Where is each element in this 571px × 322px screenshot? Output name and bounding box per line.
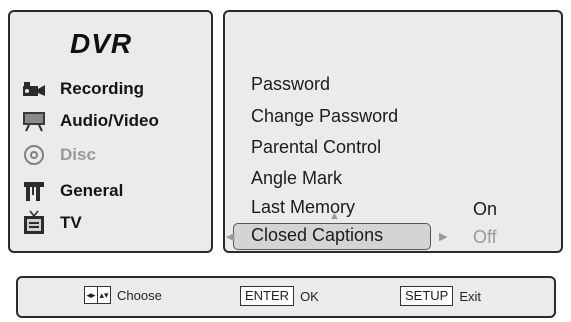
menu-item-password[interactable]: Password <box>251 74 330 95</box>
key-hint-bar: ◂▸ ▴▾ Choose ENTER OK SETUP Exit <box>16 276 556 318</box>
exit-hint: SETUP Exit <box>400 286 481 306</box>
choose-hint: ◂▸ ▴▾ Choose <box>84 286 162 304</box>
enter-key: ENTER <box>240 286 295 306</box>
ok-hint: ENTER OK <box>240 286 319 306</box>
sidebar-item-disc[interactable]: Disc <box>20 142 96 168</box>
exit-label: Exit <box>459 288 482 304</box>
menu-item-parental-control[interactable]: Parental Control <box>251 137 381 158</box>
menu-item-angle-mark[interactable]: Angle Mark <box>251 168 342 189</box>
right-arrow-icon: ▶ <box>439 231 448 243</box>
sidebar-item-label: Audio/Video <box>60 111 159 130</box>
left-arrow-icon: ◀ <box>226 231 235 243</box>
direction-keys-icon: ◂▸ ▴▾ <box>84 286 111 304</box>
menu-item-change-password[interactable]: Change Password <box>251 106 398 127</box>
last-memory-value: On <box>473 199 498 219</box>
sidebar-item-label: TV <box>60 213 82 232</box>
sidebar-item-recording[interactable]: Recording <box>20 76 144 102</box>
choose-label: Choose <box>117 287 162 303</box>
closed-captions-value: Off <box>473 227 497 247</box>
disc-icon <box>20 143 48 167</box>
sidebar-item-label: Recording <box>60 79 145 98</box>
sidebar-item-general[interactable]: General <box>20 178 123 204</box>
monitor-icon <box>20 109 48 133</box>
sidebar-item-label: Disc <box>60 145 96 164</box>
menu-item-closed-captions[interactable]: Closed Captions <box>251 225 383 246</box>
up-down-arrows-icon: ▴▾ <box>97 287 110 303</box>
camcorder-icon <box>20 77 48 101</box>
setup-key: SETUP <box>400 286 454 306</box>
tv-icon <box>20 210 48 235</box>
up-arrow-icon: ▲ <box>329 210 340 222</box>
sidebar-item-label: General <box>60 181 124 200</box>
tools-icon <box>20 179 48 203</box>
left-right-arrows-icon: ◂▸ <box>86 289 96 300</box>
settings-panel: Password Change Password Parental Contro… <box>223 10 563 253</box>
sidebar-item-tv[interactable]: TV <box>20 210 82 236</box>
sidebar-item-audio-video[interactable]: Audio/Video <box>20 108 159 134</box>
ok-label: OK <box>300 288 319 304</box>
brand-title: DVR <box>70 28 133 59</box>
category-panel: DVR Recording Audio/Video Disc General T… <box>8 10 213 253</box>
